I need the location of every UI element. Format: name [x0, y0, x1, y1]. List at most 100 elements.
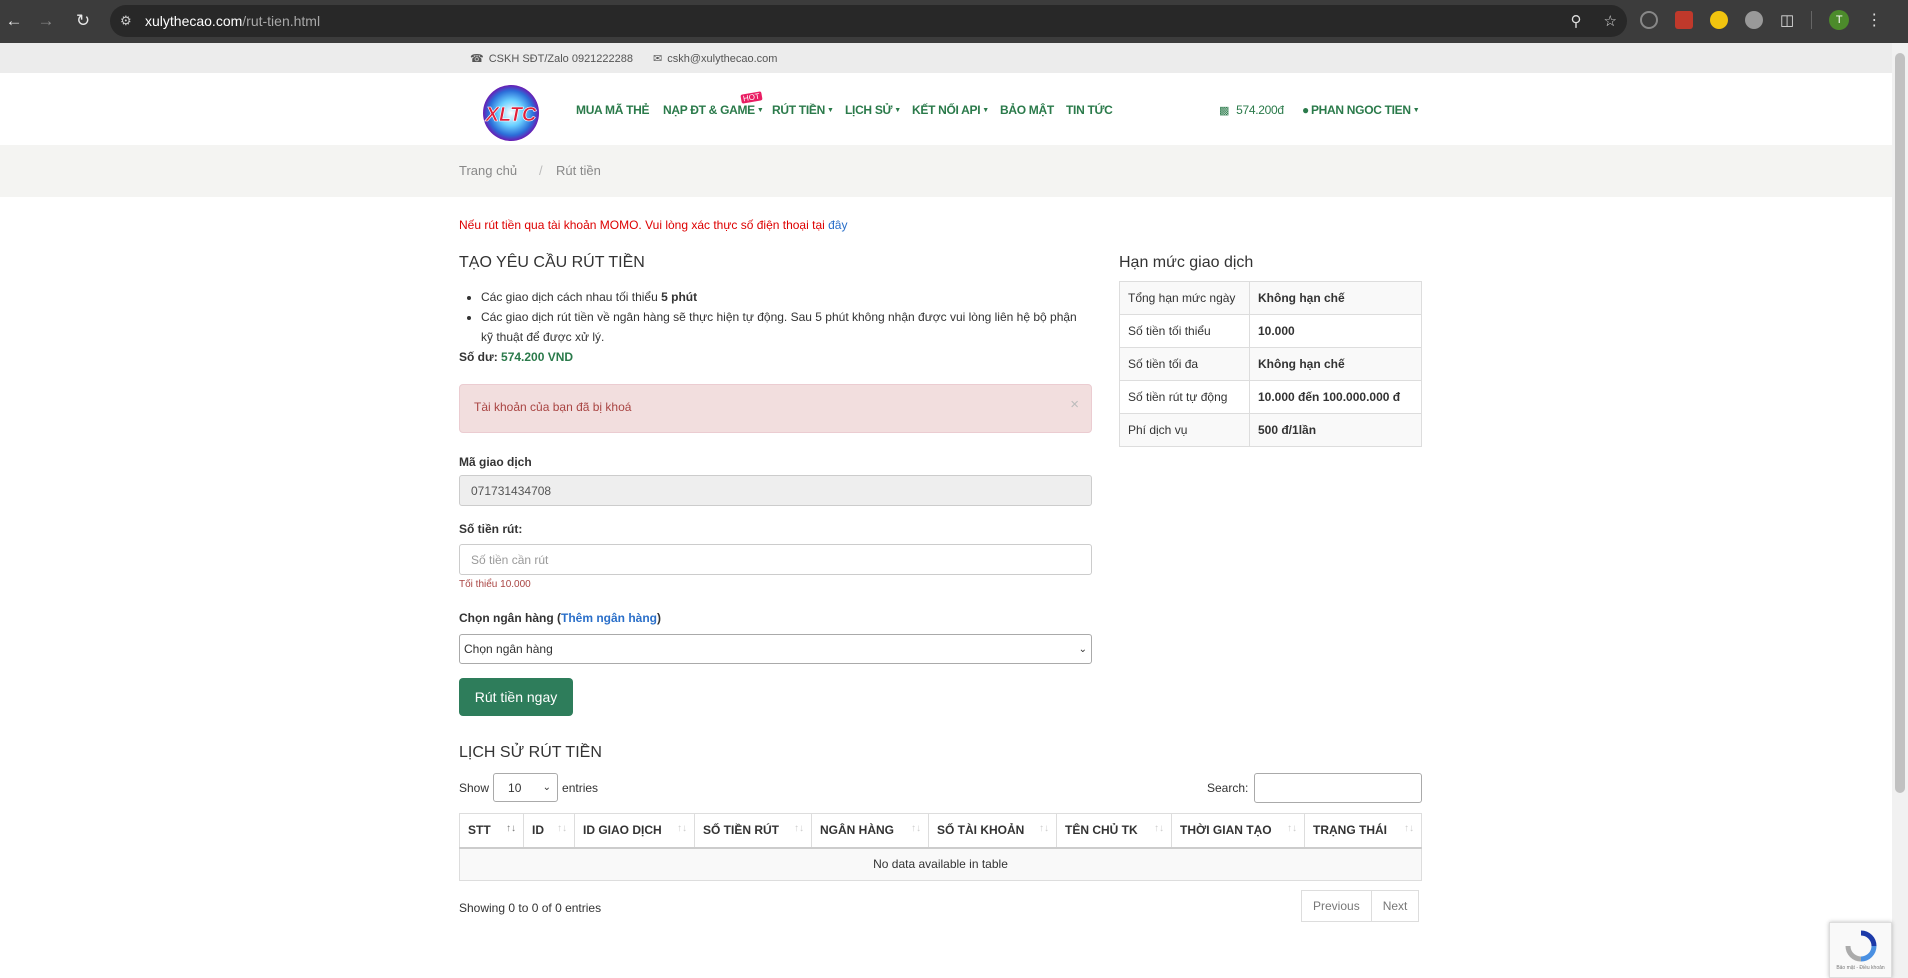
limits-row: Số tiền rút tự động 10.000 đến 100.000.00…	[1119, 380, 1422, 414]
extension-icon[interactable]	[1640, 11, 1658, 29]
back-icon[interactable]: ←	[0, 7, 28, 35]
envelope-icon: ✉	[653, 53, 663, 65]
recaptcha-badge[interactable]: Bảo mật - Điều khoản	[1829, 922, 1892, 978]
extension-icon[interactable]	[1745, 11, 1763, 29]
breadcrumb-current: Rút tiền	[556, 163, 601, 178]
nav-item-buy-card[interactable]: MUA MÃ THẺ	[576, 103, 650, 117]
page-scrollbar[interactable]	[1892, 43, 1908, 978]
nav-item-api[interactable]: KẾT NỐI API ▼	[912, 103, 989, 117]
limits-table: Tổng hạn mức ngày Không hạn chế Số tiền t…	[1119, 281, 1422, 447]
caret-down-icon: ▼	[756, 106, 764, 114]
nav-item-withdraw[interactable]: RÚT TIỀN ▼	[772, 103, 834, 117]
column-header[interactable]: THỜI GIAN TẠO ↑↓	[1171, 813, 1305, 849]
sort-icon: ↑↓	[1154, 823, 1164, 834]
limits-title: Hạn mức giao dịch	[1119, 254, 1254, 271]
nav-item-topup[interactable]: NẠP ĐT & GAME ▼	[663, 103, 764, 117]
add-bank-link[interactable]: Thêm ngân hàng	[561, 611, 657, 625]
address-bar[interactable]: ⚙ xulythecao.com/rut-tien.html ⚲ ☆	[110, 5, 1627, 37]
sort-icon: ↑↓	[1287, 823, 1297, 834]
contact-phone: ☎ CSKH SĐT/Zalo 0921222288	[470, 52, 634, 66]
money-icon: ▩	[1219, 104, 1230, 117]
nav-item-news[interactable]: TIN TỨC	[1066, 103, 1113, 117]
breadcrumb-home[interactable]: Trang chủ	[459, 163, 517, 178]
entries-length: Show 10 ⌄ entries	[459, 773, 598, 802]
rule-item: Các giao dịch rút tiền về ngân hàng sẽ t…	[481, 307, 1091, 347]
sort-icon: ↑↓	[911, 823, 921, 834]
svg-text:XLTC: XLTC	[485, 104, 537, 126]
extension-icon[interactable]	[1710, 11, 1728, 29]
previous-button[interactable]: Previous	[1301, 890, 1372, 922]
caret-down-icon: ▼	[982, 106, 989, 114]
recaptcha-icon	[1845, 930, 1876, 962]
column-header[interactable]: TRẠNG THÁI ↑↓	[1304, 813, 1422, 849]
history-table: STT ↑↓ ID ↑↓ ID GIAO DỊCH ↑↓ SỐ TIỀN RÚT ↑↓ …	[459, 813, 1422, 881]
amount-hint: Tối thiểu 10.000	[459, 579, 531, 590]
site-logo[interactable]: XLTC	[466, 85, 556, 141]
withdraw-submit-button[interactable]: Rút tiền ngay	[459, 678, 573, 716]
forward-icon[interactable]: →	[32, 7, 60, 35]
table-info: Showing 0 to 0 of 0 entries	[459, 901, 602, 915]
sort-icon: ↑↓	[1404, 823, 1414, 834]
sort-icon: ↑↓	[794, 823, 804, 834]
puzzle-icon[interactable]: ◫	[1780, 11, 1794, 29]
verify-phone-link[interactable]: đây	[828, 218, 847, 232]
browser-toolbar: ← → ↻ ⚙ xulythecao.com/rut-tien.html ⚲ ☆…	[0, 0, 1908, 43]
bank-select[interactable]: Chọn ngân hàng ⌄	[459, 634, 1092, 664]
hot-badge: HOT	[740, 91, 763, 104]
nav-balance[interactable]: ▩ 574.200đ	[1219, 103, 1284, 117]
top-contact-bar: ☎ CSKH SĐT/Zalo 0921222288 ✉ cskh@xulyth…	[0, 43, 1892, 73]
sort-icon: ↑↓	[557, 823, 567, 834]
contact-email: ✉ cskh@xulythecao.com	[653, 52, 778, 66]
column-header[interactable]: NGÂN HÀNG ↑↓	[811, 813, 929, 849]
extension-icon[interactable]	[1675, 11, 1693, 29]
url-text: xulythecao.com/rut-tien.html	[145, 13, 321, 29]
rule-item: Các giao dịch cách nhau tối thiểu 5 phút	[481, 287, 1091, 307]
withdraw-rules: Các giao dịch cách nhau tối thiểu 5 phút…	[459, 287, 1091, 364]
table-search: Search:	[1207, 773, 1423, 803]
limits-row: Số tiền tối thiểu 10.000	[1119, 314, 1422, 348]
limits-row: Số tiền tối đa Không hạn chế	[1119, 347, 1422, 381]
limits-row: Tổng hạn mức ngày Không hạn chế	[1119, 281, 1422, 315]
reload-icon[interactable]: ↻	[69, 7, 97, 35]
caret-down-icon: ▼	[894, 106, 901, 114]
sort-icon: ↑↓	[1039, 823, 1049, 834]
caret-down-icon: ▼	[1412, 106, 1420, 114]
caret-down-icon: ▼	[826, 106, 834, 114]
withdraw-form-title: TẠO YÊU CẦU RÚT TIỀN	[459, 254, 645, 271]
column-header[interactable]: SỐ TIỀN RÚT ↑↓	[694, 813, 812, 849]
pagination: Previous Next	[1301, 890, 1420, 922]
close-icon[interactable]: ×	[1070, 396, 1079, 413]
main-navbar: XLTC MUA MÃ THẺ NẠP ĐT & GAME ▼ HOT RÚT T…	[0, 73, 1892, 145]
column-header[interactable]: TÊN CHỦ TK ↑↓	[1056, 813, 1172, 849]
search-input[interactable]	[1254, 773, 1423, 803]
column-header[interactable]: SỐ TÀI KHOẢN ↑↓	[928, 813, 1057, 849]
momo-notice: Nếu rút tiền qua tài khoản MOMO. Vui lòn…	[459, 218, 848, 232]
nav-item-security[interactable]: BẢO MẬT	[1000, 103, 1054, 117]
profile-avatar[interactable]: T	[1829, 10, 1850, 30]
account-locked-alert: Tài khoản của bạn đã bị khoá ×	[459, 384, 1092, 433]
scrollbar-thumb[interactable]	[1895, 53, 1905, 793]
txn-id-field: 071731434708	[459, 475, 1092, 506]
phone-icon: ☎	[470, 53, 484, 65]
entries-select[interactable]: 10 ⌄	[493, 773, 559, 802]
site-info-icon[interactable]: ⚙	[120, 13, 132, 29]
history-title: LỊCH SỬ RÚT TIỀN	[459, 744, 602, 761]
chevron-down-icon: ⌄	[542, 782, 552, 793]
next-button[interactable]: Next	[1371, 890, 1420, 922]
sort-icon: ↑↓	[506, 823, 516, 834]
menu-kebab-icon[interactable]: ⋮	[1866, 10, 1882, 30]
bank-label: Chọn ngân hàng (Thêm ngân hàng)	[459, 611, 661, 625]
bookmark-star-icon[interactable]: ☆	[1604, 12, 1617, 30]
column-header[interactable]: ID GIAO DỊCH ↑↓	[574, 813, 695, 849]
balance-display: Số dư: 574.200 VND	[459, 350, 574, 364]
nav-item-history[interactable]: LỊCH SỬ ▼	[845, 103, 901, 117]
column-header[interactable]: ID ↑↓	[523, 813, 575, 849]
column-header[interactable]: STT ↑↓	[459, 813, 524, 849]
amount-label: Số tiền rút:	[459, 522, 523, 536]
txn-id-label: Mã giao dịch	[459, 455, 532, 469]
sort-icon: ↑↓	[677, 823, 687, 834]
nav-user-menu[interactable]: ● PHAN NGOC TIEN ▼	[1302, 103, 1420, 117]
zoom-icon[interactable]: ⚲	[1571, 12, 1582, 30]
amount-input[interactable]: Số tiền cần rút	[459, 544, 1092, 575]
empty-table-message: No data available in table	[459, 847, 1422, 881]
